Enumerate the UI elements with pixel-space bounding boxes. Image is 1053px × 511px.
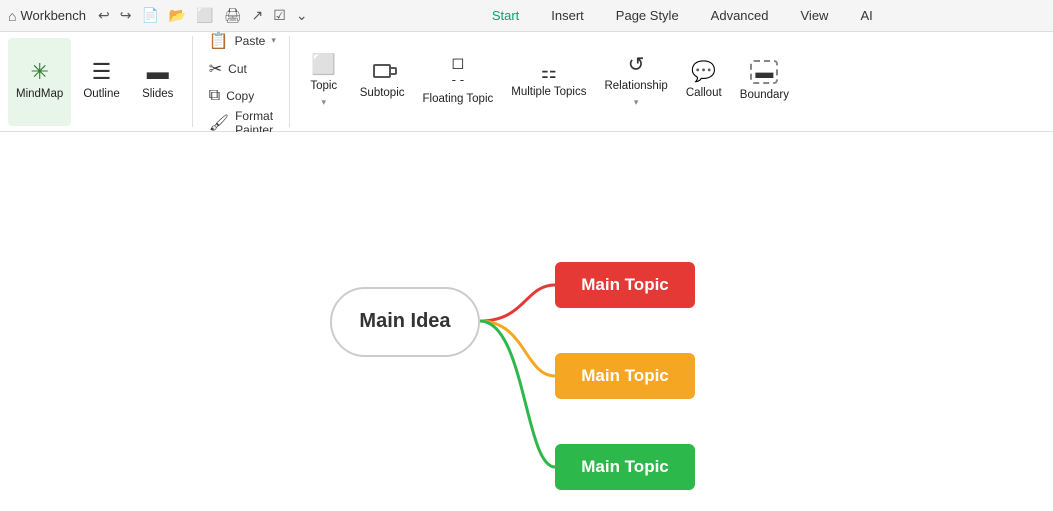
undo-button[interactable]: ↩ [94,5,114,26]
multiple-topics-button[interactable]: ⚏ Multiple Topics [503,38,594,126]
cut-label: Cut [228,62,247,76]
callout-button[interactable]: 💬 Callout [678,38,730,126]
paste-label: Paste [235,34,266,48]
menu-item-insert[interactable]: Insert [535,0,600,32]
paste-icon: 📋 [209,31,229,51]
relationship-button[interactable]: ↺ Relationship ▾ [596,38,675,126]
format-painter-icon: 🖌 [209,113,229,133]
cut-button[interactable]: ✂ Cut [201,56,281,82]
main-idea-node[interactable]: Main Idea [330,287,480,357]
slides-icon: ▬ [147,61,169,83]
menu-bar: ⌂ Workbench ↩ ↪ 📄 📂 ⬜ 🖨 ↗ ☑ ⌄ Start Inse… [0,0,1053,32]
connections-svg [0,132,1053,511]
more-button[interactable]: ⌄ [292,5,312,26]
topic-green-label: Main Topic [581,457,669,477]
subtopic-label: Subtopic [360,86,405,101]
topic-node-orange[interactable]: Main Topic [555,353,695,399]
outline-icon: ☰ [92,61,112,83]
clipboard-group: 📋 Paste ▾ ✂ Cut ⧉ Copy 🖌 Format Painter [193,36,290,127]
outline-label: Outline [83,87,119,102]
boundary-label: Boundary [740,88,789,103]
app-title-text: Workbench [20,8,86,23]
clipboard-small-group: 📋 Paste ▾ ✂ Cut ⧉ Copy 🖌 Format Painter [201,38,281,126]
relationship-chevron: ▾ [634,97,639,108]
copy-button[interactable]: ⧉ Copy [201,84,281,108]
mindmap-view-button[interactable]: ⬜ [192,5,217,26]
new-button[interactable]: 📄 [137,5,162,26]
topic-node-red[interactable]: Main Topic [555,262,695,308]
outline-button[interactable]: ☰ Outline [75,38,127,126]
open-button[interactable]: 📂 [165,5,190,26]
menu-item-view[interactable]: View [785,0,845,32]
view-group: ✳ MindMap ☰ Outline ▬ Slides [0,36,193,127]
copy-icon: ⧉ [209,87,220,105]
mindmap-button[interactable]: ✳ MindMap [8,38,71,126]
redo-button[interactable]: ↪ [116,5,136,26]
cut-icon: ✂ [209,59,222,79]
topic-chevron: ▾ [321,97,326,108]
subtopic-button[interactable]: Subtopic [352,38,413,126]
menu-items: Start Insert Page Style Advanced View AI [320,0,1045,32]
relationship-label: Relationship [604,79,667,94]
subtopic-icon [373,62,391,82]
insert-group: ⬜ Topic ▾ Subtopic ◻- - Floating Topic ⚏… [290,36,805,127]
topic-node-green[interactable]: Main Topic [555,444,695,490]
topic-red-label: Main Topic [581,275,669,295]
mindmap-label: MindMap [16,87,63,102]
export-button[interactable]: ↗ [248,5,268,26]
menu-item-advanced[interactable]: Advanced [695,0,785,32]
paste-chevron: ▾ [271,35,276,46]
callout-label: Callout [686,86,722,101]
topic-button[interactable]: ⬜ Topic ▾ [298,38,350,126]
mindmap-container: Main Idea Main Topic Main Topic Main Top… [0,132,1053,511]
paste-button[interactable]: 📋 Paste ▾ [201,28,281,54]
app-title: ⌂ Workbench [8,8,86,24]
menu-item-page-style[interactable]: Page Style [600,0,695,32]
toolbar-actions: ↩ ↪ 📄 📂 ⬜ 🖨 ↗ ☑ ⌄ [94,5,312,26]
floating-topic-button[interactable]: ◻- - Floating Topic [415,38,502,126]
topic-icon: ⬜ [311,55,336,75]
floating-topic-label: Floating Topic [423,92,494,107]
boundary-button[interactable]: ▬ Boundary [732,38,797,126]
canvas[interactable]: Main Idea Main Topic Main Topic Main Top… [0,132,1053,511]
main-idea-label: Main Idea [359,310,450,333]
topic-orange-label: Main Topic [581,366,669,386]
ribbon: ✳ MindMap ☰ Outline ▬ Slides 📋 Paste ▾ ✂… [0,32,1053,132]
slides-label: Slides [142,87,173,102]
menu-item-ai[interactable]: AI [844,0,888,32]
boundary-icon: ▬ [750,60,778,84]
print-button[interactable]: 🖨 [220,5,246,26]
home-icon: ⌂ [8,8,16,24]
multiple-topics-icon: ⚏ [541,63,557,81]
relationship-icon: ↺ [628,55,645,75]
callout-icon: 💬 [691,62,716,82]
floating-topic-icon: ◻- - [451,56,464,88]
menu-item-start[interactable]: Start [476,0,535,32]
copy-label: Copy [226,89,254,103]
slides-button[interactable]: ▬ Slides [132,38,184,126]
multiple-topics-label: Multiple Topics [511,85,586,100]
mindmap-icon: ✳ [30,61,48,83]
task-button[interactable]: ☑ [269,5,290,26]
topic-label: Topic [310,79,337,94]
